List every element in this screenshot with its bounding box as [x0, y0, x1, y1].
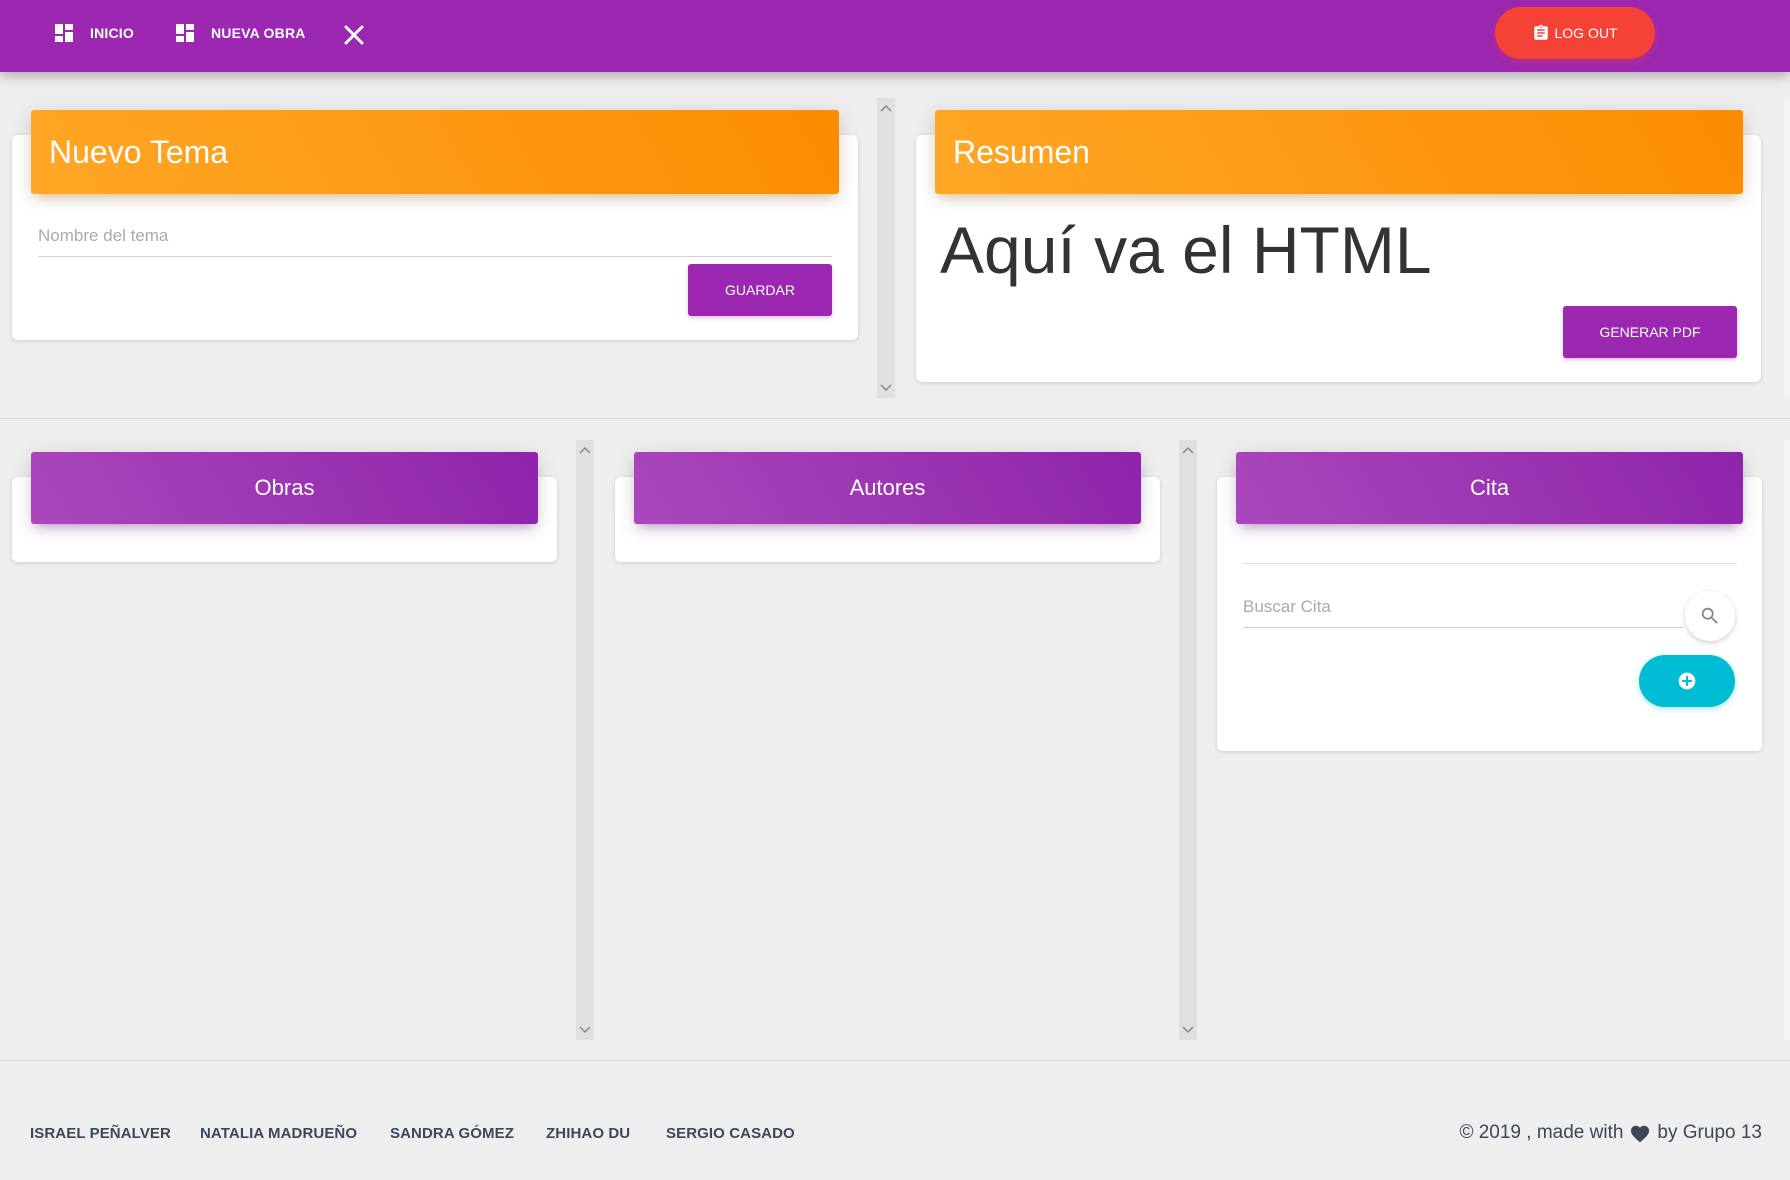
footer-link-israel[interactable]: ISRAEL PEÑALVER	[30, 1125, 171, 1142]
search-icon	[1701, 607, 1718, 624]
card-title: Resumen	[953, 133, 1090, 170]
scroll-up-arrow[interactable]	[880, 102, 892, 114]
add-cita-button[interactable]	[1639, 655, 1735, 707]
copyright: © 2019 , made with by Grupo 13	[1459, 1122, 1762, 1144]
dashboard-icon	[176, 24, 194, 42]
scrollbar[interactable]	[877, 98, 895, 398]
buscar-cita-input[interactable]	[1243, 597, 1683, 617]
add-circle-icon	[1678, 672, 1696, 690]
nav-item-nueva-obra[interactable]: NUEVA OBRA	[173, 20, 306, 46]
copyright-suffix: by Grupo 13	[1657, 1122, 1762, 1143]
nombre-tema-input[interactable]	[38, 226, 832, 246]
section-divider	[0, 418, 1790, 419]
dashboard-icon	[55, 24, 73, 42]
autores-header: Autores	[634, 452, 1141, 524]
card-title: Nuevo Tema	[49, 133, 229, 170]
card-title: Obras	[254, 475, 315, 500]
footer-link-zhihao[interactable]: ZHIHAO DU	[546, 1125, 630, 1142]
nav-item-inicio[interactable]: INICIO	[52, 20, 134, 46]
card-title: Cita	[1469, 475, 1510, 500]
copyright-prefix: © 2019 , made with	[1459, 1122, 1624, 1143]
resumen-content: Aquí va el HTML	[940, 213, 1432, 287]
top-navbar: INICIO NUEVA OBRA LOG OUT	[0, 0, 1790, 72]
scrollbar[interactable]	[576, 440, 594, 1040]
nav-item-label: INICIO	[90, 25, 134, 41]
nombre-tema-field[interactable]	[38, 226, 832, 257]
scroll-up-arrow[interactable]	[1182, 444, 1194, 456]
generar-pdf-button[interactable]: GENERAR PDF	[1563, 306, 1737, 358]
cita-header: Cita	[1236, 452, 1743, 524]
right-edge-scrollbar[interactable]	[1784, 98, 1790, 398]
footer-link-sergio[interactable]: SERGIO CASADO	[666, 1125, 795, 1142]
nav-item-label: NUEVA OBRA	[211, 25, 306, 41]
scrollbar[interactable]	[1179, 440, 1197, 1040]
scroll-down-arrow[interactable]	[1182, 1024, 1194, 1036]
footer-link-natalia[interactable]: NATALIA MADRUEÑO	[200, 1125, 357, 1142]
nuevo-tema-header: Nuevo Tema	[31, 110, 839, 194]
logout-label: LOG OUT	[1554, 25, 1618, 41]
button-label: GUARDAR	[724, 282, 795, 298]
clipboard-icon	[1534, 24, 1549, 40]
footer-divider	[0, 1060, 1790, 1061]
logout-button[interactable]: LOG OUT	[1495, 7, 1655, 59]
right-edge-scrollbar[interactable]	[1784, 440, 1790, 1040]
button-label: GENERAR PDF	[1599, 324, 1701, 340]
heart-icon	[1631, 1125, 1650, 1143]
footer-link-sandra[interactable]: SANDRA GÓMEZ	[390, 1125, 514, 1142]
guardar-button[interactable]: GUARDAR	[688, 264, 832, 316]
scroll-down-arrow[interactable]	[579, 1024, 591, 1036]
buscar-cita-field[interactable]	[1243, 597, 1683, 628]
close-button[interactable]	[340, 21, 368, 49]
card-title: Autores	[849, 475, 926, 500]
search-button[interactable]	[1685, 591, 1735, 641]
resumen-header: Resumen	[935, 110, 1743, 194]
scroll-up-arrow[interactable]	[579, 444, 591, 456]
close-icon	[344, 25, 364, 45]
scroll-down-arrow[interactable]	[880, 382, 892, 394]
divider-line	[1243, 563, 1737, 564]
obras-header: Obras	[31, 452, 538, 524]
